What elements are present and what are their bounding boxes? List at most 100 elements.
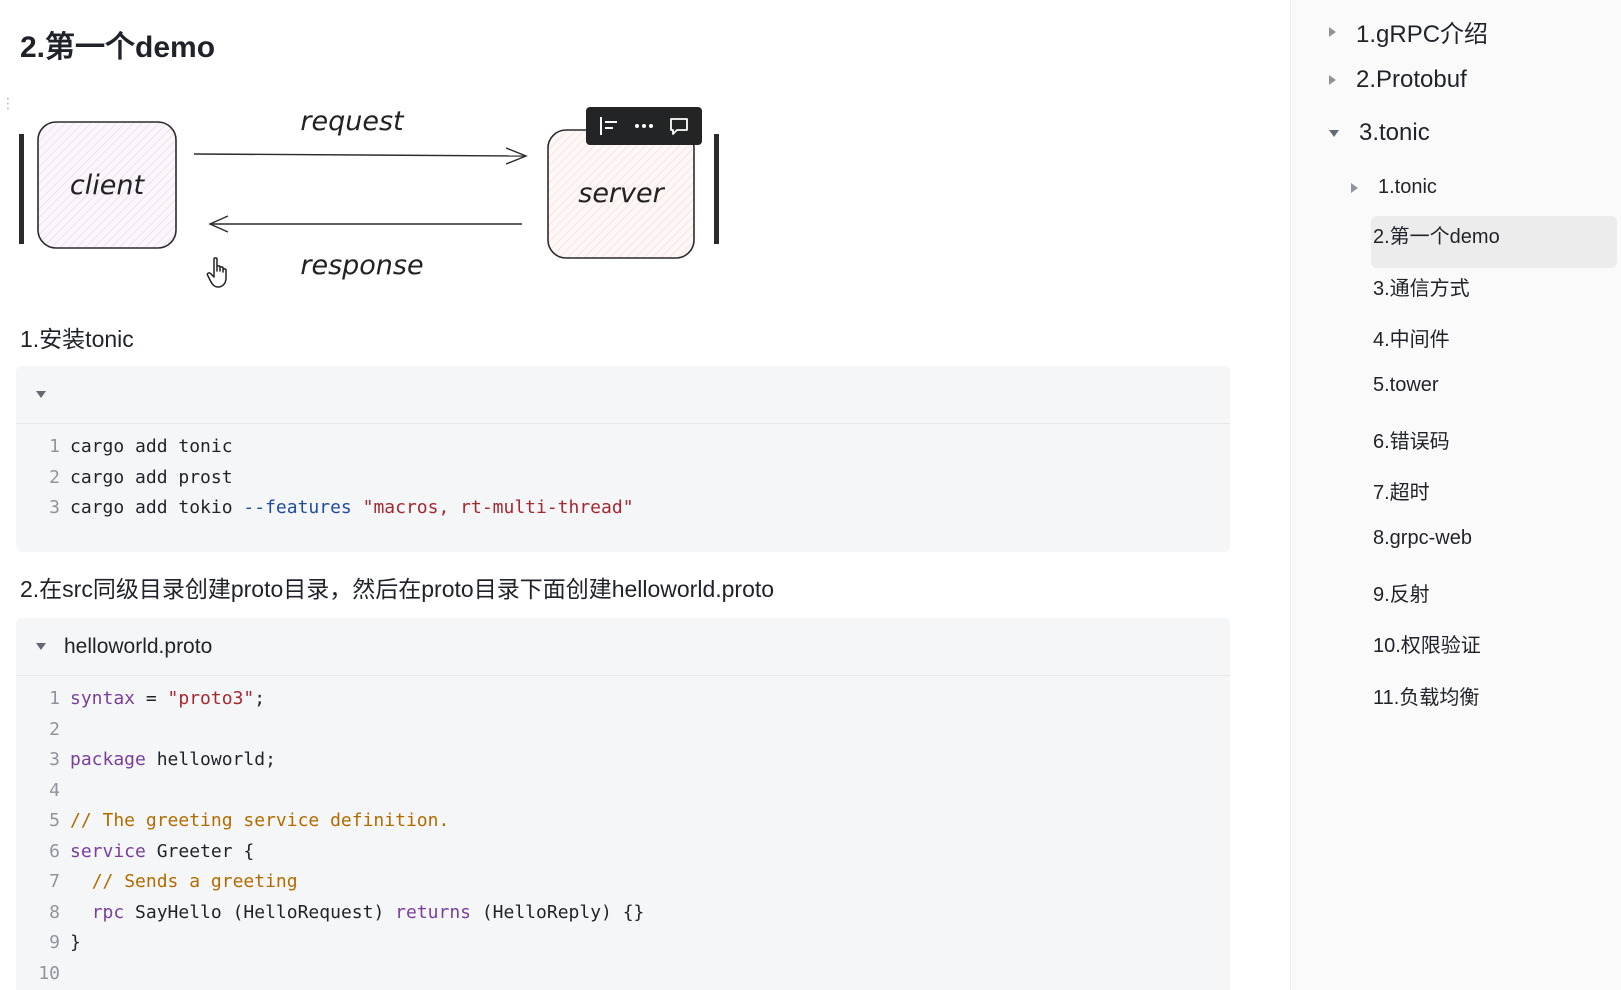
toc-item-label: 1.gRPC介绍 [1356, 21, 1489, 48]
code-token: SayHello (HelloRequest) [124, 901, 396, 923]
code-line-content: // Sends a greeting [70, 867, 298, 898]
collapse-arrow-icon[interactable] [1329, 129, 1339, 137]
code-line[interactable]: 4 [16, 776, 1230, 807]
code-filename: helloworld.proto [64, 634, 213, 658]
line-number: 6 [49, 840, 60, 862]
toc-item-label: 10.权限验证 [1373, 635, 1481, 657]
line-number: 2 [49, 718, 60, 740]
toc-item-subpage[interactable]: 11.负载均衡 [1373, 681, 1479, 710]
code-token: "proto3" [167, 688, 255, 709]
toc-item-tonic-section[interactable]: 3.tonic [1329, 119, 1430, 147]
code-token: helloworld; [145, 749, 276, 770]
code-line[interactable]: 1 cargo add tonic [16, 432, 1230, 463]
toc-sidebar: 1.gRPC介绍 2.Protobuf 3.tonic 1.tonic 2.第一… [1290, 0, 1621, 990]
code-line[interactable]: 1 syntax = "proto3"; [16, 684, 1230, 715]
code-line[interactable]: 5 // The greeting service definition. [16, 806, 1230, 837]
expand-arrow-icon[interactable] [1329, 75, 1336, 85]
collapse-caret-icon[interactable] [36, 391, 46, 398]
code-line[interactable]: 10 [16, 959, 1230, 990]
code-line-content: rpc SayHello (HelloRequest) returns (Hel… [70, 898, 645, 929]
line-number: 3 [49, 497, 60, 518]
code-line-content: service Greeter { [70, 837, 254, 868]
selection-bracket-right [714, 134, 719, 244]
code-token: // Sends a greeting [91, 871, 298, 892]
toc-item-grpc-intro[interactable]: 1.gRPC介绍 [1329, 14, 1488, 49]
line-number: 4 [49, 779, 60, 801]
toc-item-label: 11.负载均衡 [1373, 687, 1480, 709]
toc-item-subpage[interactable]: 9.反射 [1373, 578, 1430, 607]
toc-item-subpage[interactable]: 5.tower [1373, 374, 1439, 397]
toc-item-tonic[interactable]: 1.tonic [1351, 176, 1437, 199]
line-number: 9 [49, 932, 60, 953]
expand-arrow-icon[interactable] [1351, 182, 1358, 193]
code-line[interactable]: 9} [16, 928, 1230, 959]
code-block-header [16, 366, 1230, 424]
drag-handle-icon[interactable]: ⋮ [1, 96, 15, 110]
code-token: = [135, 688, 168, 709]
toc-item-subpage[interactable]: 4.中间件 [1373, 323, 1450, 352]
toc-item-label: 6.错误码 [1373, 431, 1450, 453]
code-line-content: cargo add tokio --features "macros, rt-m… [70, 493, 634, 524]
server-label: server [578, 178, 665, 209]
code-token: service [70, 840, 146, 862]
code-line[interactable]: 3 cargo add tokio --features "macros, rt-… [16, 493, 1230, 524]
code-token: ; [254, 688, 266, 709]
code-token: cargo add prost [70, 466, 233, 488]
code-line-content: // The greeting service definition. [70, 806, 449, 837]
code-token: cargo add tonic [70, 436, 233, 457]
code-block-proto[interactable]: helloworld.proto 1 syntax = "proto3"; 2 3 pa… [16, 618, 1230, 990]
toc-item-subpage[interactable]: 6.错误码 [1373, 425, 1450, 454]
code-line-content: syntax = "proto3"; [70, 684, 265, 715]
code-line[interactable]: 8 rpc SayHello (HelloRequest) returns (H… [16, 898, 1230, 929]
code-block-header: helloworld.proto [16, 618, 1230, 676]
toc-item-subpage[interactable]: 7.超时 [1373, 476, 1430, 505]
document-main: 2.第一个demo ⋮ client server request respon… [0, 0, 1290, 990]
toc-item-label: 9.反射 [1373, 584, 1430, 606]
code-block-install[interactable]: 1 cargo add tonic 2 cargo add prost 3 cargo a… [16, 366, 1230, 552]
code-line[interactable]: 2 [16, 715, 1230, 746]
line-number: 7 [49, 871, 60, 892]
line-number: 3 [49, 749, 60, 770]
diagram-toolbar [586, 107, 702, 145]
toc-item-subpage[interactable]: 3.通信方式 [1373, 272, 1470, 301]
line-number: 10 [38, 962, 60, 984]
toc-item-subpage[interactable]: 8.grpc-web [1373, 527, 1472, 550]
code-body[interactable]: 1 cargo add tonic 2 cargo add prost 3 cargo a… [16, 424, 1230, 524]
code-token: --features [243, 497, 352, 518]
line-number: 2 [49, 466, 60, 488]
expand-arrow-icon[interactable] [1329, 26, 1336, 37]
code-line[interactable]: 3 package helloworld; [16, 745, 1230, 776]
client-label: client [70, 170, 146, 201]
comment-icon[interactable] [665, 112, 693, 140]
code-token: package [70, 749, 146, 770]
code-body[interactable]: 1 syntax = "proto3"; 2 3 package helloworld;… [16, 676, 1230, 989]
toc-item-label: 2.第一个demo [1373, 226, 1500, 248]
toc-item-label: 7.超时 [1373, 482, 1430, 504]
toc-item-protobuf[interactable]: 2.Protobuf [1329, 66, 1467, 94]
toc-item-subpage[interactable]: 10.权限验证 [1373, 629, 1481, 658]
section-heading-proto: 2.在src同级目录创建proto目录，然后在proto目录下面创建hellow… [20, 576, 775, 602]
code-token: // The greeting service definition. [70, 810, 450, 831]
code-line[interactable]: 2 cargo add prost [16, 463, 1230, 494]
line-number: 5 [49, 810, 60, 831]
code-line[interactable]: 6 service Greeter { [16, 837, 1230, 868]
align-icon[interactable] [595, 112, 623, 140]
code-token: } [70, 932, 81, 953]
code-token: returns [395, 901, 471, 923]
selection-bracket-left [19, 134, 24, 244]
more-icon[interactable] [630, 112, 658, 140]
request-label: request [300, 106, 405, 137]
page-title: 2.第一个demo [20, 31, 216, 64]
code-token: rpc [91, 901, 125, 923]
toc-item-subpage[interactable]: 2.第一个demo [1373, 220, 1500, 249]
hand-cursor-icon [206, 257, 227, 288]
code-token: syntax [70, 688, 136, 709]
request-arrow [193, 153, 527, 157]
code-line[interactable]: 7 // Sends a greeting [16, 867, 1230, 898]
toc-item-label: 8.grpc-web [1373, 527, 1472, 549]
code-line-content: package helloworld; [70, 745, 276, 776]
collapse-caret-icon[interactable] [36, 643, 46, 650]
line-number: 1 [49, 688, 60, 709]
